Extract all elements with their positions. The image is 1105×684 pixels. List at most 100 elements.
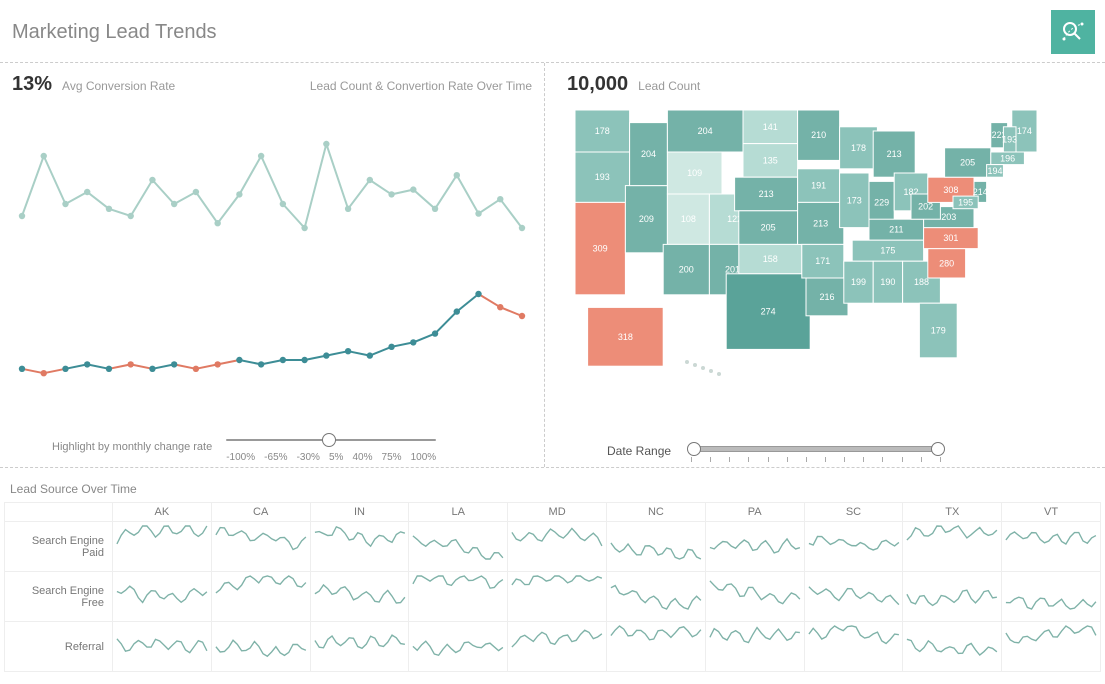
spark-cell[interactable] xyxy=(508,572,607,622)
date-range-thumb-end[interactable] xyxy=(931,442,945,456)
state-label-NH: 193 xyxy=(1002,134,1017,144)
state-label-NE: 213 xyxy=(759,189,774,199)
spark-cell[interactable] xyxy=(409,522,508,572)
state-label-OK: 158 xyxy=(763,254,778,264)
source-panel: Lead Source Over Time AKCAINLAMDNCPASCTX… xyxy=(0,468,1105,672)
spark-cell[interactable] xyxy=(903,522,1002,572)
state-label-ND: 141 xyxy=(763,122,778,132)
state-label-AL: 190 xyxy=(880,277,895,287)
table-row: Referral xyxy=(5,622,1101,672)
spark-cell[interactable] xyxy=(705,572,804,622)
date-range-slider[interactable] xyxy=(691,439,941,463)
us-map[interactable]: 1781933092092042041091082001222011411352… xyxy=(567,102,1093,435)
state-label-OR: 193 xyxy=(595,172,610,182)
state-label-MD: 195 xyxy=(958,197,973,207)
col-CA: CA xyxy=(211,503,310,522)
state-label-FL: 179 xyxy=(931,326,946,336)
spark-cell[interactable] xyxy=(508,622,607,672)
state-label-MA: 196 xyxy=(1000,153,1015,163)
trend-panel: 13% Avg Conversion Rate Lead Count & Con… xyxy=(0,63,545,467)
spark-cell[interactable] xyxy=(804,572,903,622)
state-label-TN: 175 xyxy=(880,246,895,256)
state-label-CA: 309 xyxy=(593,244,608,254)
spark-cell[interactable] xyxy=(113,522,212,572)
table-row: Search Engine Free xyxy=(5,572,1101,622)
date-range-thumb-start[interactable] xyxy=(687,442,701,456)
header: Marketing Lead Trends xyxy=(0,0,1105,63)
state-label-KS: 205 xyxy=(761,223,776,233)
spark-cell[interactable] xyxy=(705,522,804,572)
state-label-MO: 213 xyxy=(813,218,828,228)
col-PA: PA xyxy=(705,503,804,522)
spark-cell[interactable] xyxy=(1002,522,1101,572)
spark-cell[interactable] xyxy=(310,522,409,572)
spark-cell[interactable] xyxy=(606,572,705,622)
spark-cell[interactable] xyxy=(310,622,409,672)
source-panel-title: Lead Source Over Time xyxy=(4,476,1101,502)
spark-cell[interactable] xyxy=(211,622,310,672)
leadcount-kpi-value: 10,000 xyxy=(567,73,628,96)
spark-cell[interactable] xyxy=(211,522,310,572)
state-label-UT: 108 xyxy=(681,214,696,224)
state-label-MN: 210 xyxy=(811,130,826,140)
table-row: Search Engine Paid xyxy=(5,522,1101,572)
spark-cell[interactable] xyxy=(409,572,508,622)
conversion-kpi-value: 13% xyxy=(12,73,52,96)
col-VT: VT xyxy=(1002,503,1101,522)
spark-cell[interactable] xyxy=(409,622,508,672)
state-label-AK: 318 xyxy=(618,332,633,342)
leadcount-kpi-label: Lead Count xyxy=(638,79,700,93)
page-title: Marketing Lead Trends xyxy=(12,21,217,44)
state-label-AR: 171 xyxy=(815,256,830,266)
col-LA: LA xyxy=(409,503,508,522)
state-label-WA: 178 xyxy=(595,126,610,136)
state-label-AZ: 200 xyxy=(679,265,694,275)
spark-cell[interactable] xyxy=(804,622,903,672)
spark-cell[interactable] xyxy=(113,622,212,672)
state-label-WY: 109 xyxy=(687,168,702,178)
explore-icon xyxy=(1060,19,1086,45)
spark-cell[interactable] xyxy=(1002,622,1101,672)
spark-cell[interactable] xyxy=(606,622,705,672)
state-label-TX: 274 xyxy=(761,307,776,317)
state-label-IL: 173 xyxy=(847,195,862,205)
state-label-NC: 301 xyxy=(943,233,958,243)
state-label-KY: 211 xyxy=(889,225,903,235)
spark-cell[interactable] xyxy=(804,522,903,572)
date-range-label: Date Range xyxy=(607,444,671,458)
row-label: Search Engine Free xyxy=(5,572,113,622)
state-label-MI: 213 xyxy=(887,149,902,159)
spark-cell[interactable] xyxy=(508,522,607,572)
state-label-ME: 174 xyxy=(1017,126,1032,136)
spark-cell[interactable] xyxy=(310,572,409,622)
change-slider-ticks: -100%-65%-30%5%40%75%100% xyxy=(226,452,436,463)
state-label-MS: 199 xyxy=(851,277,866,287)
row-label: Referral xyxy=(5,622,113,672)
spark-cell[interactable] xyxy=(113,572,212,622)
conversion-kpi-label: Avg Conversion Rate xyxy=(62,79,175,93)
row-label: Search Engine Paid xyxy=(5,522,113,572)
spark-cell[interactable] xyxy=(705,622,804,672)
state-label-NJ: 214 xyxy=(973,187,988,197)
state-label-WI: 178 xyxy=(851,143,866,153)
state-label-NY: 205 xyxy=(960,158,975,168)
change-slider-thumb[interactable] xyxy=(322,433,336,447)
spark-cell[interactable] xyxy=(211,572,310,622)
trend-chart[interactable] xyxy=(12,102,532,424)
state-label-PA: 308 xyxy=(943,185,958,195)
col-IN: IN xyxy=(310,503,409,522)
col-AK: AK xyxy=(113,503,212,522)
change-slider-row: Highlight by monthly change rate -100%-6… xyxy=(12,430,532,463)
state-label-LA: 216 xyxy=(819,292,834,302)
col-MD: MD xyxy=(508,503,607,522)
change-slider[interactable] xyxy=(226,430,436,450)
state-label-CT: 194 xyxy=(987,166,1002,176)
col-TX: TX xyxy=(903,503,1002,522)
spark-cell[interactable] xyxy=(606,522,705,572)
state-label-ID: 204 xyxy=(641,149,656,159)
spark-cell[interactable] xyxy=(903,622,1002,672)
state-label-IA: 191 xyxy=(811,181,826,191)
explore-button[interactable] xyxy=(1051,10,1095,54)
spark-cell[interactable] xyxy=(903,572,1002,622)
spark-cell[interactable] xyxy=(1002,572,1101,622)
